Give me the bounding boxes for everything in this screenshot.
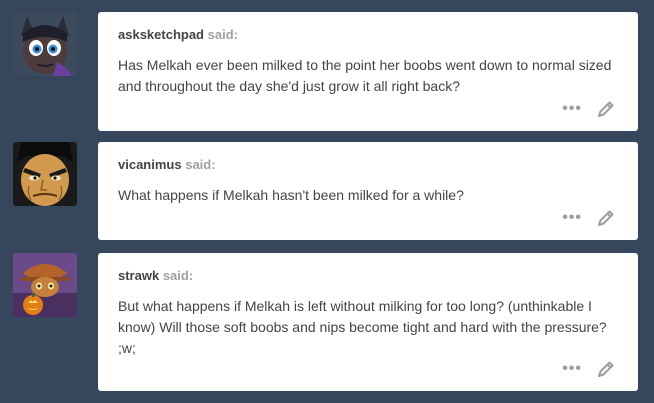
said-label: said: <box>207 27 238 42</box>
ask-card-1: asksketchpad said: Has Melkah ever been … <box>98 12 638 131</box>
avatar-image <box>13 253 77 317</box>
ask-question: But what happens if Melkah is left witho… <box>118 298 607 356</box>
ask-question: What happens if Melkah hasn't been milke… <box>118 187 464 203</box>
asker-username[interactable]: vicanimus <box>118 157 182 172</box>
ask-card-2: vicanimus said: What happens if Melkah h… <box>98 142 638 240</box>
avatar-image <box>13 142 77 206</box>
post-controls: ••• <box>562 359 616 379</box>
pencil-icon[interactable] <box>596 359 616 379</box>
avatar-vicanimus[interactable] <box>13 142 77 206</box>
ask-card-3: strawk said: But what happens if Melkah … <box>98 253 638 391</box>
pencil-icon[interactable] <box>596 208 616 228</box>
ask-header: vicanimus said: <box>118 157 618 173</box>
pencil-icon[interactable] <box>596 99 616 119</box>
ask-header: strawk said: <box>118 268 618 284</box>
avatar-strawk[interactable] <box>13 253 77 317</box>
asker-username[interactable]: asksketchpad <box>118 27 204 42</box>
said-label: said: <box>185 157 216 172</box>
post-controls: ••• <box>562 99 616 119</box>
avatar-image <box>13 12 77 76</box>
asker-username[interactable]: strawk <box>118 268 159 283</box>
ask-question: Has Melkah ever been milked to the point… <box>118 57 612 94</box>
post-controls: ••• <box>562 208 616 228</box>
more-options-button[interactable]: ••• <box>562 100 582 118</box>
more-options-button[interactable]: ••• <box>562 360 582 378</box>
avatar-asksketchpad[interactable] <box>13 12 77 76</box>
said-label: said: <box>162 268 194 283</box>
ask-header: asksketchpad said: <box>118 27 618 43</box>
more-options-button[interactable]: ••• <box>562 209 582 227</box>
